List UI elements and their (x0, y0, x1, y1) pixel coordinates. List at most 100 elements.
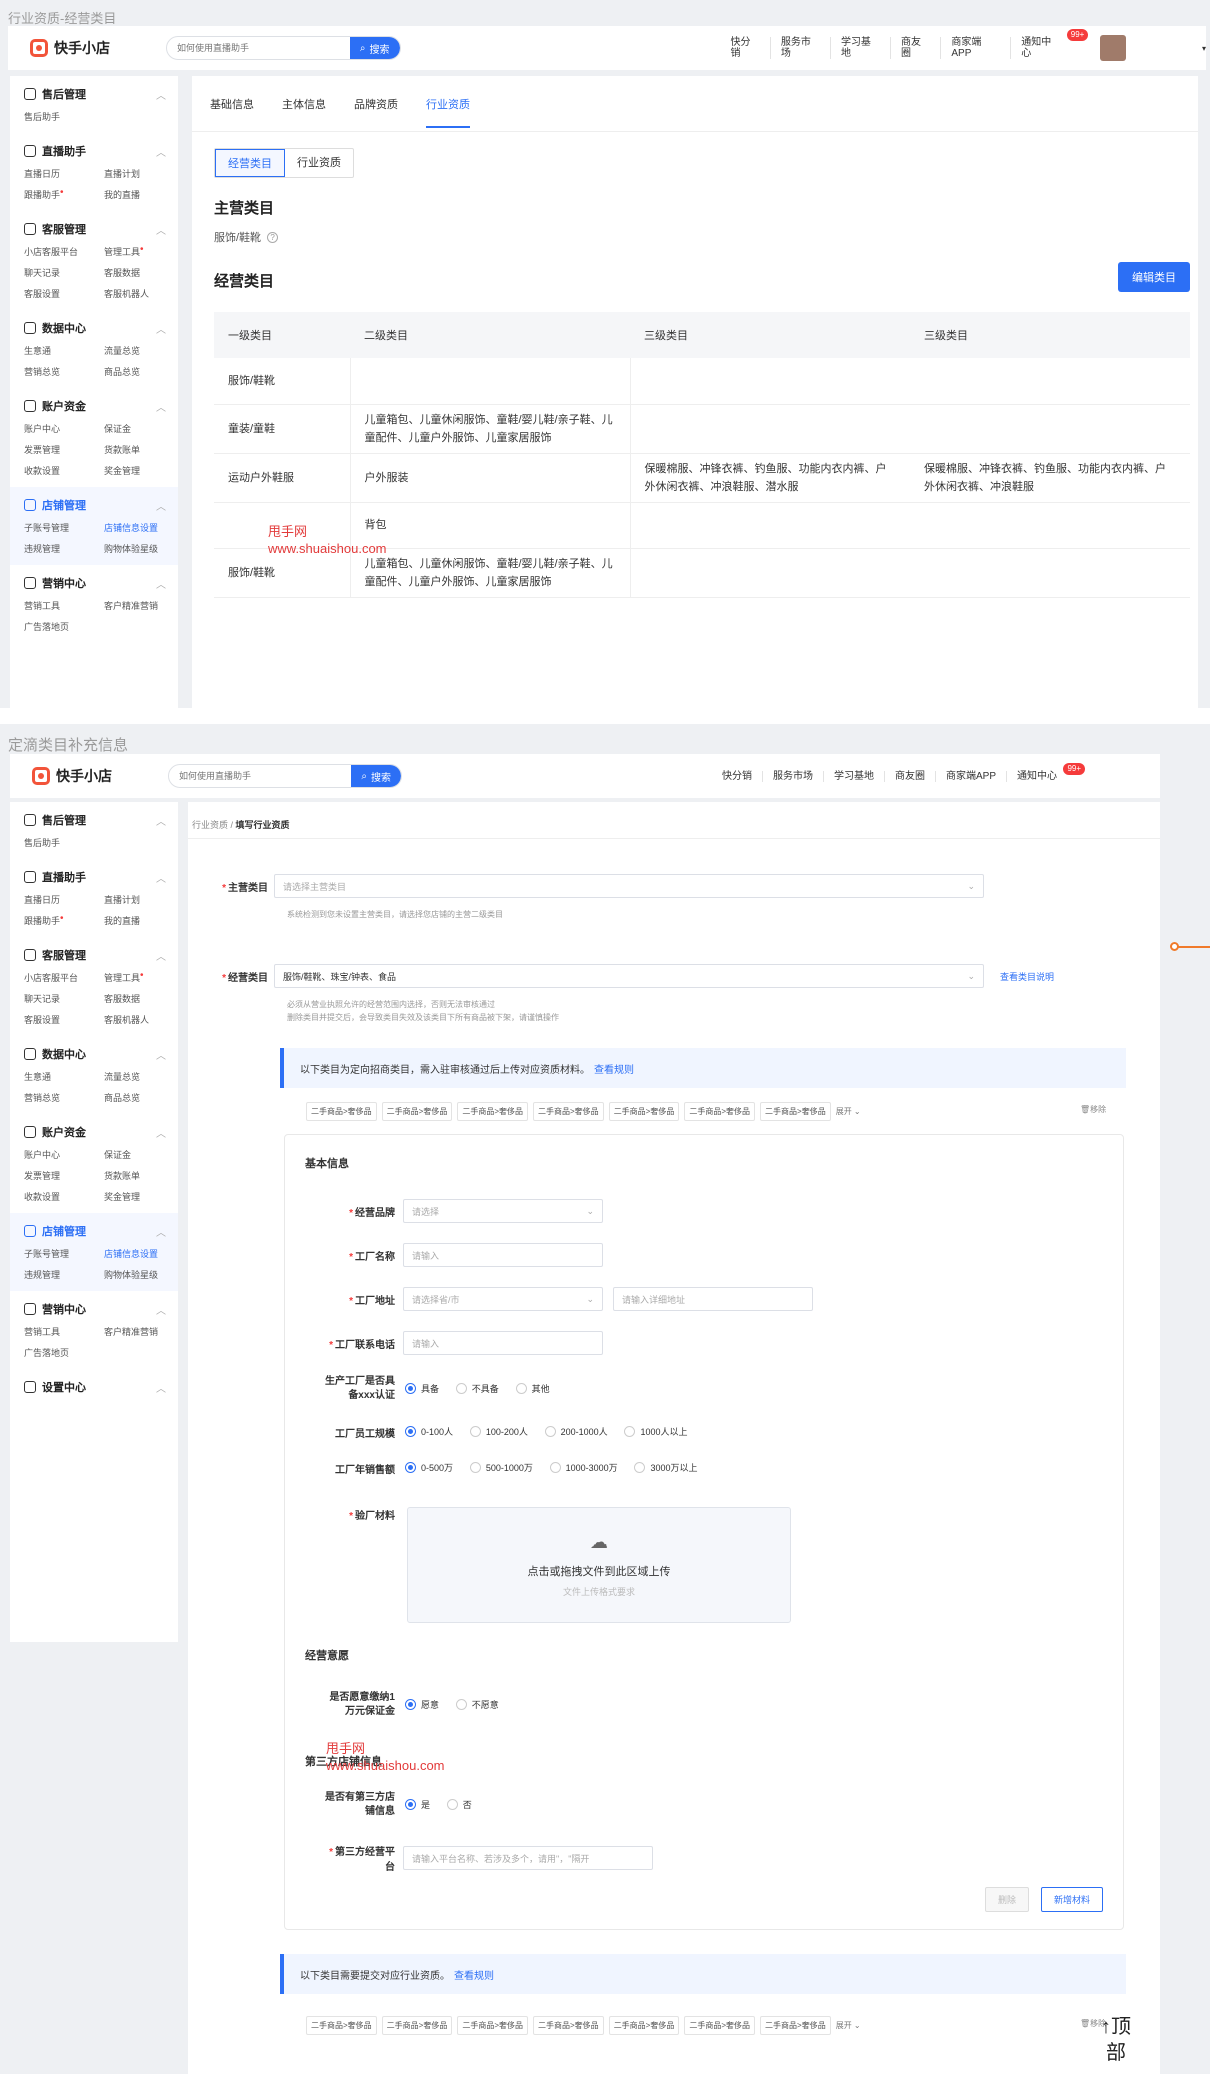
sidebar-item[interactable]: 奖金管理 (104, 1190, 184, 1203)
sidebar-item[interactable]: 营销总览 (24, 365, 104, 378)
nav-merchant-circle[interactable]: 商友圈 (891, 37, 942, 59)
sidebar-group-header[interactable]: 账户资金 ︿ (24, 1124, 166, 1140)
business-category-select[interactable]: 服饰/鞋靴、珠宝/钟表、食品 ⌄ (274, 964, 984, 988)
nav-notification-center[interactable]: 通知中心 99+ (1007, 762, 1086, 782)
sidebar-item[interactable]: 流量总览 (104, 344, 184, 357)
search-button[interactable]: ⌕ 搜索 (349, 37, 400, 59)
sidebar-item[interactable]: 小店客服平台 (24, 245, 104, 258)
sidebar-item[interactable]: 店铺信息设置 (104, 521, 184, 534)
sidebar-group-header[interactable]: 数据中心 ︿ (24, 1046, 166, 1062)
add-material-button[interactable]: 新增材料 (1040, 1887, 1103, 1912)
sidebar-item[interactable]: 营销工具 (24, 1325, 104, 1338)
radio-cert-no[interactable]: 不具备 (455, 1382, 499, 1395)
help-icon[interactable]: ? (267, 231, 279, 243)
tab-brand-qualification[interactable]: 品牌资质 (354, 96, 398, 112)
sidebar-item[interactable]: 保证金 (104, 1148, 184, 1161)
sidebar-item[interactable]: 我的直播 (104, 914, 184, 927)
sidebar-item[interactable]: 客服数据 (104, 992, 184, 1005)
nav-kuaifenxiao[interactable]: 快分销 (712, 770, 763, 782)
radio-staff-100-200[interactable]: 100-200人 (469, 1425, 528, 1438)
sidebar-item[interactable]: 营销总览 (24, 1091, 104, 1104)
radio-sales-500-1000[interactable]: 500-1000万 (469, 1461, 533, 1474)
radio-sales-1000-3000[interactable]: 1000-3000万 (549, 1461, 618, 1474)
sidebar-item[interactable]: 管理工具 (104, 245, 184, 258)
sidebar-group-header[interactable]: 店铺管理 ︿ (24, 497, 166, 513)
sidebar-item[interactable]: 直播计划 (104, 167, 184, 180)
view-rules-link[interactable]: 查看规则 (454, 1967, 494, 1982)
search-input[interactable] (166, 43, 350, 53)
sidebar-group-header[interactable]: 店铺管理 ︿ (24, 1223, 166, 1239)
sidebar-item[interactable]: 客服设置 (24, 287, 104, 300)
factory-phone-input[interactable]: 请输入 (403, 1331, 603, 1355)
radio-sales-3000-plus[interactable]: 3000万以上 (634, 1461, 698, 1474)
radio-staff-200-1000[interactable]: 200-1000人 (544, 1425, 608, 1438)
brand-logo[interactable]: 快手小店 (30, 38, 168, 58)
segment-industry-qualification[interactable]: 行业资质 (285, 149, 353, 177)
sidebar-item[interactable]: 客户精准营销 (104, 599, 184, 612)
sidebar-item[interactable]: 流量总览 (104, 1070, 184, 1083)
segment-business-category[interactable]: 经营类目 (215, 149, 285, 177)
sidebar-item[interactable]: 账户中心 (24, 422, 104, 435)
sidebar-group-header[interactable]: 直播助手 ︿ (24, 869, 166, 885)
radio-sales-0-500[interactable]: 0-500万 (405, 1461, 453, 1474)
nav-service-market[interactable]: 服务市场 (771, 37, 831, 59)
search-input[interactable] (169, 771, 352, 781)
sidebar-item[interactable]: 子账号管理 (24, 521, 104, 534)
sidebar-item[interactable]: 售后助手 (24, 110, 104, 123)
sidebar-item[interactable]: 账户中心 (24, 1148, 104, 1161)
sidebar-group-header[interactable]: 客服管理 ︿ (24, 947, 166, 963)
sidebar-group-header[interactable]: 直播助手 ︿ (24, 143, 166, 159)
factory-name-input[interactable]: 请输入 (403, 1243, 603, 1267)
sidebar-item[interactable]: 生意通 (24, 1070, 104, 1083)
sidebar-item[interactable]: 聊天记录 (24, 266, 104, 279)
sidebar-item[interactable]: 生意通 (24, 344, 104, 357)
radio-staff-0-100[interactable]: 0-100人 (405, 1425, 453, 1438)
sidebar-item[interactable]: 小店客服平台 (24, 971, 104, 984)
sidebar-item[interactable]: 购物体验星级 (104, 1268, 184, 1281)
sidebar-item[interactable]: 直播计划 (104, 893, 184, 906)
nav-learning-base[interactable]: 学习基地 (824, 770, 885, 782)
tab-entity-info[interactable]: 主体信息 (282, 96, 326, 112)
view-rules-link[interactable]: 查看规则 (594, 1061, 634, 1076)
upload-dropzone[interactable]: ☁ 点击或拖拽文件到此区域上传 文件上传格式要求 (407, 1507, 791, 1623)
third-party-platform-input[interactable]: 请输入平台名称、若涉及多个，请用"，"隔开 (403, 1846, 653, 1870)
sidebar-item[interactable]: 广告落地页 (24, 620, 104, 633)
sidebar-item[interactable]: 直播日历 (24, 893, 104, 906)
sidebar-item[interactable]: 收款设置 (24, 464, 104, 477)
sidebar-item[interactable]: 商品总览 (104, 365, 184, 378)
sidebar-item[interactable]: 客服设置 (24, 1013, 104, 1026)
sidebar-item[interactable]: 违规管理 (24, 1268, 104, 1281)
detail-address-input[interactable]: 请输入详细地址 (613, 1287, 813, 1311)
nav-kuaifenxiao[interactable]: 快分销 (721, 37, 771, 59)
radio-deposit-no[interactable]: 不愿意 (455, 1698, 499, 1711)
sidebar-group-header[interactable]: 设置中心 ︿ (24, 1379, 166, 1395)
dropdown-caret-icon[interactable]: ▾ (1202, 44, 1206, 53)
sidebar-group-header[interactable]: 客服管理 ︿ (24, 221, 166, 237)
sidebar-item[interactable]: 营销工具 (24, 599, 104, 612)
back-to-top-button[interactable]: ↑顶部 (1094, 2014, 1138, 2066)
sidebar-item[interactable]: 跟播助手 (24, 914, 104, 927)
expand-button[interactable]: 展开 ⌄ (836, 2020, 861, 2031)
brand-select[interactable]: 请选择 ⌄ (403, 1199, 603, 1223)
sidebar-item[interactable]: 货款账单 (104, 1169, 184, 1182)
sidebar-item[interactable]: 购物体验星级 (104, 542, 184, 555)
nav-merchant-circle[interactable]: 商友圈 (885, 770, 936, 782)
remove-button[interactable]: 🗑移除 (1080, 1104, 1106, 1115)
sidebar-item[interactable]: 违规管理 (24, 542, 104, 555)
sidebar-group-header[interactable]: 售后管理 ︿ (24, 812, 166, 828)
radio-cert-other[interactable]: 其他 (515, 1382, 550, 1395)
sidebar-group-header[interactable]: 数据中心 ︿ (24, 320, 166, 336)
sidebar-item[interactable]: 售后助手 (24, 836, 104, 849)
sidebar-item[interactable]: 货款账单 (104, 443, 184, 456)
sidebar-group-header[interactable]: 营销中心 ︿ (24, 1301, 166, 1317)
sidebar-group-header[interactable]: 售后管理 ︿ (24, 86, 166, 102)
tab-industry-qualification[interactable]: 行业资质 (426, 96, 470, 128)
sidebar-group-header[interactable]: 营销中心 ︿ (24, 575, 166, 591)
edit-category-button[interactable]: 编辑类目 (1118, 262, 1190, 292)
nav-notification-center[interactable]: 通知中心 99+ (1011, 29, 1089, 59)
sidebar-item[interactable]: 店铺信息设置 (104, 1247, 184, 1260)
sidebar-item[interactable]: 商品总览 (104, 1091, 184, 1104)
radio-deposit-yes[interactable]: 愿意 (405, 1698, 439, 1711)
sidebar-item[interactable]: 管理工具 (104, 971, 184, 984)
sidebar-item[interactable]: 客服机器人 (104, 1013, 184, 1026)
